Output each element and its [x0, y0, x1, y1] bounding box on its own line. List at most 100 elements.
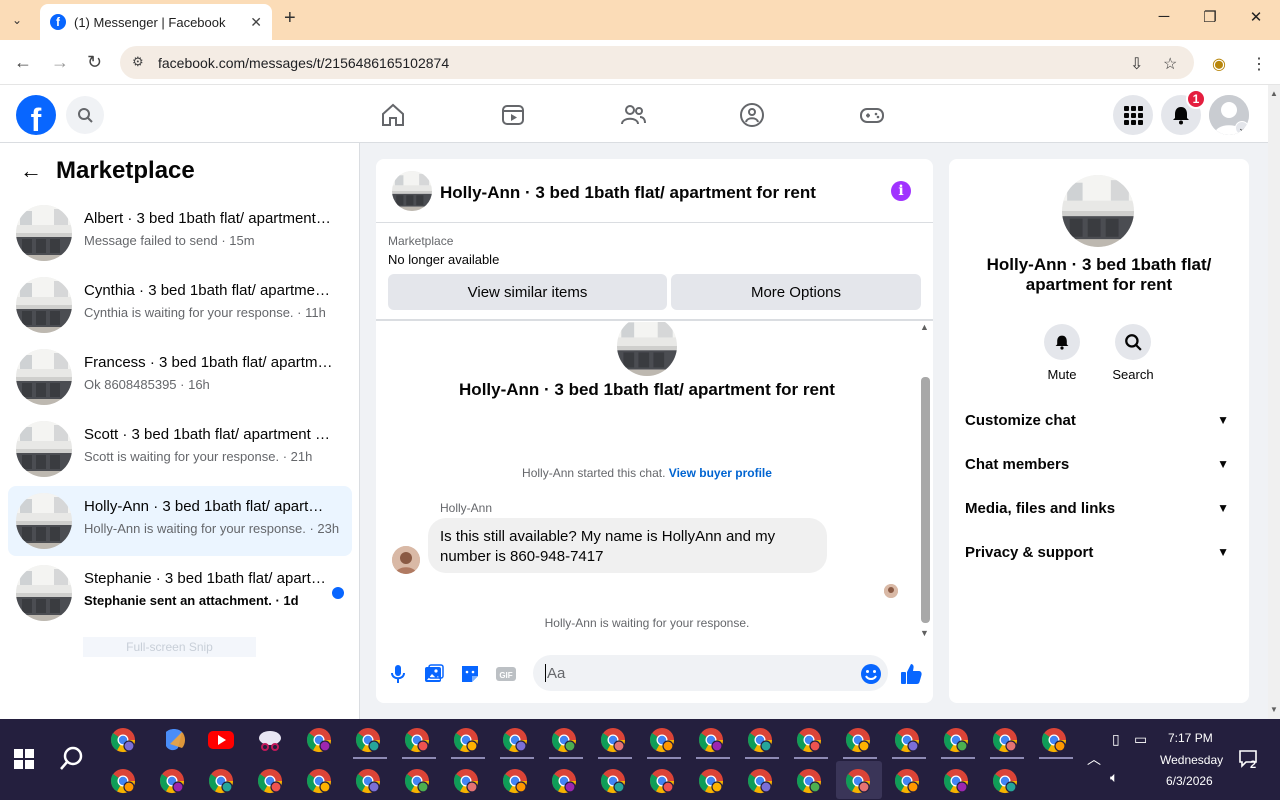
thumbs-up-icon[interactable] [899, 662, 923, 686]
youtube-icon[interactable] [207, 726, 235, 754]
chrome-taskbar-icon[interactable] [746, 726, 774, 754]
chrome-taskbar-icon[interactable] [942, 767, 970, 795]
mute-button[interactable]: Mute [1032, 324, 1092, 382]
chrome-taskbar-icon[interactable] [991, 767, 1019, 795]
scroll-up-icon[interactable]: ▲ [920, 322, 929, 332]
gif-icon[interactable]: GIF [495, 663, 517, 685]
groups-icon[interactable] [739, 102, 765, 128]
conversation-item[interactable]: Albert · 3 bed 1bath flat/ apartment for… [8, 198, 352, 268]
notification-center-icon[interactable] [1238, 749, 1260, 769]
copilot-icon[interactable] [160, 726, 188, 754]
chrome-taskbar-icon[interactable] [501, 726, 529, 754]
back-arrow-icon[interactable]: ← [20, 158, 42, 184]
search-in-chat-button[interactable]: Search [1103, 324, 1163, 382]
conversation-item[interactable]: Stephanie · 3 bed 1bath flat/ apartment … [8, 558, 352, 628]
chrome-taskbar-icon[interactable] [844, 726, 872, 754]
chrome-taskbar-icon[interactable] [550, 767, 578, 795]
chrome-taskbar-icon[interactable] [599, 726, 627, 754]
chrome-taskbar-icon[interactable] [109, 767, 137, 795]
chrome-taskbar-icon[interactable] [354, 726, 382, 754]
chrome-taskbar-icon[interactable] [403, 726, 431, 754]
chrome-taskbar-icon[interactable] [305, 726, 333, 754]
clock-day[interactable]: Wednesday [1160, 753, 1223, 767]
install-app-icon[interactable]: ⇩ [1130, 54, 1143, 74]
search-icon[interactable] [58, 745, 86, 773]
facebook-search-button[interactable] [66, 96, 104, 134]
message-input[interactable]: Aa [533, 655, 888, 691]
chrome-taskbar-icon[interactable] [452, 726, 480, 754]
account-avatar[interactable]: ⌄ [1209, 95, 1249, 135]
tab-search-icon[interactable]: ⌄ [12, 10, 22, 30]
chrome-taskbar-icon[interactable] [697, 767, 725, 795]
reload-icon[interactable]: ↻ [87, 52, 102, 72]
clock-date[interactable]: 6/3/2026 [1166, 774, 1213, 788]
new-tab-button[interactable]: + [284, 8, 296, 28]
video-icon[interactable] [500, 102, 526, 128]
chrome-taskbar-icon[interactable] [599, 767, 627, 795]
address-bar[interactable]: ⚙ facebook.com/messages/t/21564861651028… [120, 46, 1194, 79]
chrome-taskbar-icon[interactable] [648, 767, 676, 795]
conversation-item[interactable]: Holly-Ann · 3 bed 1bath flat/ apartment … [8, 486, 352, 556]
home-icon[interactable] [380, 102, 406, 128]
chrome-taskbar-icon[interactable] [893, 767, 921, 795]
chrome-taskbar-icon[interactable] [256, 767, 284, 795]
gaming-icon[interactable] [859, 102, 885, 128]
conversation-item[interactable]: Francess · 3 bed 1bath flat/ apartment f… [8, 342, 352, 412]
page-scrollbar[interactable]: ▲ ▼ [1268, 85, 1280, 719]
chrome-taskbar-icon[interactable] [305, 767, 333, 795]
browser-menu-icon[interactable]: ⋮ [1251, 54, 1267, 74]
media-files-links-section[interactable]: Media, files and links ▼ [965, 493, 1233, 523]
restore-button[interactable]: ❐ [1187, 8, 1233, 26]
friends-icon[interactable] [620, 102, 646, 128]
more-options-button[interactable]: More Options [671, 274, 921, 310]
view-buyer-profile-link[interactable]: View buyer profile [669, 466, 772, 480]
network-icon[interactable]: ▭ [1134, 731, 1147, 748]
chrome-taskbar-icon[interactable] [354, 767, 382, 795]
photo-icon[interactable] [423, 663, 445, 685]
chrome-taskbar-icon[interactable] [844, 767, 872, 795]
info-listing-thumbnail[interactable] [1062, 175, 1134, 247]
facebook-logo[interactable]: f [16, 95, 56, 135]
emoji-icon[interactable] [860, 663, 882, 685]
chrome-taskbar-icon[interactable] [158, 767, 186, 795]
info-icon[interactable]: i [891, 181, 911, 201]
conversation-item[interactable]: Scott · 3 bed 1bath flat/ apartment for … [8, 414, 352, 484]
chrome-taskbar-icon[interactable] [501, 767, 529, 795]
chrome-taskbar-icon[interactable] [109, 726, 137, 754]
back-arrow-icon[interactable]: ← [14, 52, 32, 72]
scroll-up-icon[interactable]: ▲ [1270, 89, 1278, 98]
window-close-button[interactable]: ✕ [1233, 8, 1279, 26]
chrome-taskbar-icon[interactable] [795, 767, 823, 795]
device-icon[interactable]: ▯ [1112, 731, 1120, 748]
minimize-button[interactable]: ─ [1141, 8, 1187, 25]
thread-scrollbar[interactable]: ▲ ▼ [918, 322, 933, 642]
chrome-taskbar-icon[interactable] [1040, 726, 1068, 754]
sender-avatar[interactable] [392, 546, 420, 574]
volume-icon[interactable]: 🔈︎ [1110, 769, 1118, 786]
chat-members-section[interactable]: Chat members ▼ [965, 449, 1233, 479]
menu-grid-button[interactable] [1113, 95, 1153, 135]
scrollbar-thumb[interactable] [921, 377, 930, 623]
tray-overflow-icon[interactable]: ︿ [1087, 749, 1101, 769]
listing-thumbnail[interactable] [392, 171, 432, 211]
chrome-taskbar-icon[interactable] [746, 767, 774, 795]
clock-time[interactable]: 7:17 PM [1168, 731, 1213, 745]
conversation-item[interactable]: Cynthia · 3 bed 1bath flat/ apartment fo… [8, 270, 352, 340]
message-bubble[interactable]: Is this still available? My name is Holl… [428, 518, 827, 573]
chrome-taskbar-icon[interactable] [942, 726, 970, 754]
windows-start-icon[interactable] [14, 749, 34, 769]
browser-tab-messenger[interactable]: f (1) Messenger | Facebook ✕ [40, 4, 272, 40]
scroll-down-icon[interactable]: ▼ [1270, 705, 1278, 714]
view-similar-items-button[interactable]: View similar items [388, 274, 667, 310]
bookmark-star-icon[interactable]: ☆ [1163, 54, 1177, 74]
sticker-icon[interactable] [459, 663, 481, 685]
chrome-taskbar-icon[interactable] [403, 767, 431, 795]
chrome-taskbar-icon[interactable] [795, 726, 823, 754]
chat-title[interactable]: Holly-Ann · 3 bed 1bath flat/ apartment … [440, 183, 816, 203]
snipping-tool-icon[interactable] [256, 726, 284, 754]
forward-arrow-icon[interactable]: → [51, 52, 69, 72]
scroll-down-icon[interactable]: ▼ [920, 628, 929, 638]
chrome-taskbar-icon[interactable] [648, 726, 676, 754]
microphone-icon[interactable] [387, 663, 409, 685]
customize-chat-section[interactable]: Customize chat ▼ [965, 405, 1233, 435]
